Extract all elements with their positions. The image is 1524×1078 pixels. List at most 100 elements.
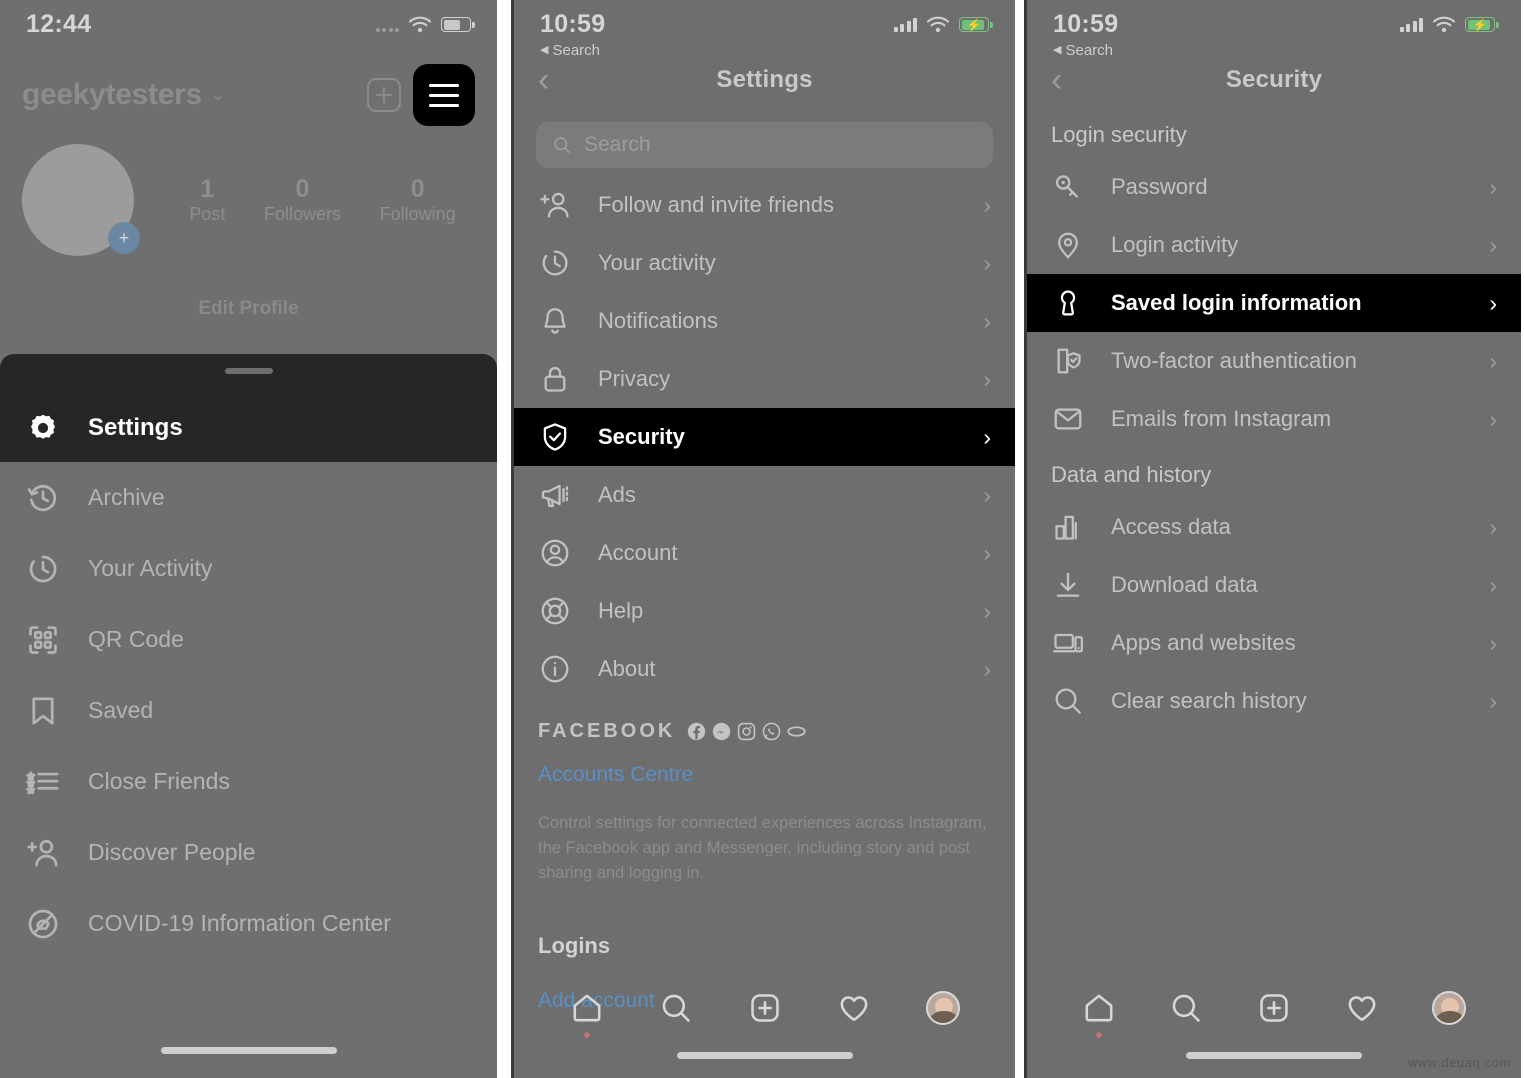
settings-item-security[interactable]: Security › (514, 408, 1015, 466)
settings-item-notifications[interactable]: Notifications › (514, 292, 1015, 350)
security-item-emails-from-instagram[interactable]: Emails from Instagram › (1027, 390, 1521, 448)
security-item-access-data[interactable]: Access data › (1027, 498, 1521, 556)
bookmark-icon (26, 694, 60, 728)
page-title: Security (1225, 66, 1323, 93)
hamburger-menu-icon[interactable] (413, 64, 475, 126)
sidebar-item-settings[interactable]: Settings (0, 394, 497, 462)
plus-icon[interactable]: + (108, 222, 140, 254)
tab-search[interactable] (656, 988, 696, 1028)
settings-item-label: Your activity (598, 250, 716, 275)
settings-item-help[interactable]: Help › (514, 582, 1015, 640)
avatar[interactable]: + (22, 144, 140, 256)
tab-activity[interactable] (834, 988, 874, 1028)
profile-avatar (925, 991, 960, 1025)
sidebar-item-close-friends[interactable]: Close Friends (0, 746, 497, 817)
chevron-right-icon: › (983, 307, 991, 334)
settings-item-label: Privacy (598, 366, 671, 391)
sheet-grabber[interactable] (224, 368, 273, 374)
settings-item-account[interactable]: Account › (514, 524, 1015, 582)
new-post-icon (1260, 994, 1288, 1022)
phone-panel-profile: 12:44 geekytesters ⌄ + 1 Post 0 Follower… (0, 0, 497, 1078)
sidebar-item-qr-code[interactable]: QR Code (0, 604, 497, 675)
security-item-saved-login-information[interactable]: Saved login information › (1027, 274, 1521, 332)
status-left: 10:59 ◀ Search (1053, 0, 1118, 60)
tab-search[interactable] (1166, 988, 1206, 1028)
sidebar-item-saved[interactable]: Saved (0, 675, 497, 746)
security-item-apps-and-websites[interactable]: Apps and websites › (1027, 614, 1521, 672)
status-right: ⚡ (1399, 0, 1499, 33)
menu-sheet: Settings Archive Your Activity QR Code S… (0, 354, 497, 1078)
accounts-centre-link[interactable]: Accounts Centre (538, 763, 991, 787)
settings-list: Follow and invite friends › Your activit… (514, 176, 1015, 698)
settings-item-label: About (598, 656, 656, 681)
facebook-label: FACEBOOK (538, 720, 676, 742)
bell-icon (538, 304, 572, 338)
sidebar-item-your-activity[interactable]: Your Activity (0, 533, 497, 604)
edit-profile-button[interactable]: Edit Profile (22, 288, 475, 330)
stat-value: 0 (410, 175, 425, 204)
stat-followers[interactable]: 0 Followers (264, 175, 341, 225)
key-icon (1051, 170, 1085, 204)
tab-activity[interactable] (1342, 988, 1382, 1028)
battery-charging-icon: ⚡ (959, 17, 993, 32)
stat-following[interactable]: 0 Following (380, 175, 456, 225)
new-post-icon[interactable] (367, 78, 401, 112)
wifi-icon (408, 16, 432, 33)
sheet-items: Archive Your Activity QR Code Saved Clos… (0, 462, 497, 959)
bottom-tab-bar (514, 978, 1015, 1078)
chevron-left-icon[interactable]: ‹ (538, 63, 549, 97)
security-item-download-data[interactable]: Download data › (1027, 556, 1521, 614)
status-right: ⚡ (893, 0, 993, 33)
security-item-clear-search-history[interactable]: Clear search history › (1027, 672, 1521, 730)
home-indicator (676, 1052, 853, 1059)
tab-home[interactable] (567, 988, 607, 1038)
settings-item-your-activity[interactable]: Your activity › (514, 234, 1015, 292)
settings-item-ads[interactable]: Ads › (514, 466, 1015, 524)
tab-new-post[interactable] (1254, 988, 1294, 1028)
settings-item-label: Help (598, 598, 644, 623)
close-friends-list-icon (26, 765, 60, 799)
settings-item-label: Security (598, 424, 685, 449)
panel-divider (497, 0, 511, 1078)
search-input[interactable]: Search (536, 122, 993, 168)
home-icon (1085, 994, 1113, 1022)
battery-icon (441, 17, 475, 32)
security-item-label: Emails from Instagram (1111, 406, 1332, 431)
security-item-two-factor-authentication[interactable]: Two-factor authentication › (1027, 332, 1521, 390)
sidebar-item-label: Saved (88, 697, 154, 723)
bar-chart-icon (1051, 510, 1085, 544)
security-item-password[interactable]: Password › (1027, 158, 1521, 216)
status-bar: 12:44 (0, 0, 497, 52)
security-list-login: Password › Login activity › Saved login … (1027, 158, 1521, 448)
profile-username[interactable]: geekytesters (22, 78, 202, 112)
archive-clock-icon (26, 481, 60, 515)
home-indicator (160, 1047, 337, 1054)
settings-item-privacy[interactable]: Privacy › (514, 350, 1015, 408)
sidebar-item-discover-people[interactable]: Discover People (0, 817, 497, 888)
tab-profile[interactable] (1429, 988, 1469, 1028)
chevron-right-icon: › (983, 423, 991, 450)
chevron-left-icon[interactable]: ‹ (1051, 63, 1062, 97)
cellular-signal-icon (1399, 17, 1423, 32)
chevron-down-icon[interactable]: ⌄ (211, 85, 225, 105)
stat-posts[interactable]: 1 Post (189, 175, 225, 225)
stat-label: Followers (263, 203, 341, 224)
sidebar-item-covid-information-center[interactable]: COVID-19 Information Center (0, 888, 497, 959)
new-post-icon (750, 994, 779, 1022)
home-icon (573, 994, 600, 1022)
settings-item-follow-and-invite-friends[interactable]: Follow and invite friends › (514, 176, 1015, 234)
add-person-icon (26, 836, 60, 870)
phone-shield-icon (1051, 344, 1085, 378)
logins-heading: Logins (538, 933, 611, 959)
security-item-label: Apps and websites (1111, 630, 1296, 655)
tab-new-post[interactable] (745, 988, 785, 1028)
battery-charging-icon: ⚡ (1465, 17, 1499, 32)
tab-home[interactable] (1079, 988, 1119, 1038)
sheet-highlight-settings[interactable]: Settings (0, 354, 497, 462)
settings-item-about[interactable]: About › (514, 640, 1015, 698)
help-lifebuoy-icon (538, 594, 572, 628)
security-item-login-activity[interactable]: Login activity › (1027, 216, 1521, 274)
tab-profile[interactable] (923, 988, 963, 1028)
search-icon (662, 994, 690, 1022)
sidebar-item-archive[interactable]: Archive (0, 462, 497, 533)
